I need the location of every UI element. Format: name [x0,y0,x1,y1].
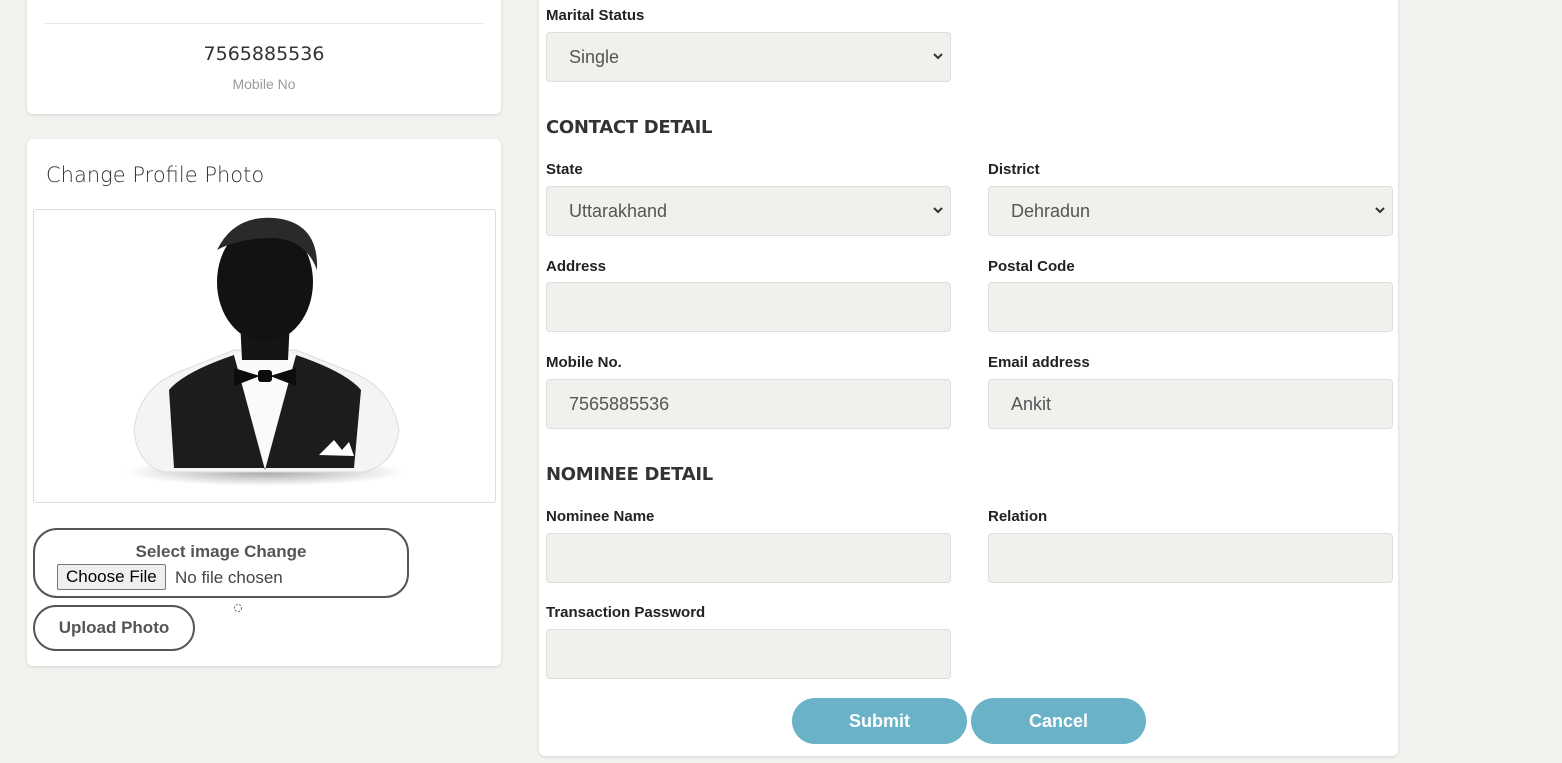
chevron-down-icon [933,207,943,214]
district-select[interactable]: Dehradun [988,186,1393,236]
mobile-input[interactable]: 7565885536 [546,379,951,429]
marital-status-value: Single [569,47,620,67]
district-value: Dehradun [1011,201,1091,221]
nominee-name-label: Nominee Name [546,508,655,525]
upload-photo-button[interactable]: Upload Photo [33,605,195,651]
mobile-value: 7565885536 [569,394,670,414]
file-select-box: Select image Change Choose File No file … [33,528,409,598]
submit-button[interactable]: Submit [792,698,967,744]
state-select[interactable]: Uttarakhand [546,186,951,236]
no-file-text: No file chosen [175,568,283,587]
mobile-label: Mobile No. [546,354,622,371]
postal-code-label: Postal Code [988,258,1075,275]
marital-status-select[interactable]: Single [546,32,951,82]
spinner-icon [233,603,243,616]
divider [45,23,483,24]
email-value: Ankit [1011,394,1052,414]
cancel-button[interactable]: Cancel [971,698,1146,744]
address-label: Address [546,258,607,275]
select-image-label: Select image Change [135,542,307,561]
choose-file-button[interactable]: Choose File [57,564,166,590]
profile-summary-card: 7565885536 Mobile No [27,0,501,114]
relation-label: Relation [988,508,1048,525]
mobile-number-value: 7565885536 [203,43,325,65]
postal-code-input[interactable] [988,282,1393,332]
email-input[interactable]: Ankit [988,379,1393,429]
transaction-password-input[interactable] [546,629,951,679]
district-label: District [988,161,1040,178]
relation-input[interactable] [988,533,1393,583]
state-value: Uttarakhand [569,201,668,221]
change-photo-title: Change Profile Photo [46,163,265,187]
change-photo-card: Change Profile Photo Select image Change… [27,139,501,666]
contact-detail-title: CONTACT DETAIL [546,117,713,138]
transaction-password-label: Transaction Password [546,604,706,621]
marital-status-label: Marital Status [546,7,645,24]
profile-form-card: Marital Status Single CONTACT DETAIL Sta… [539,0,1398,756]
profile-photo-frame [33,209,496,503]
mobile-number-label: Mobile No [232,76,296,92]
nominee-name-input[interactable] [546,533,951,583]
state-label: State [546,161,583,178]
address-input[interactable] [546,282,951,332]
nominee-detail-title: NOMINEE DETAIL [546,464,713,485]
avatar-icon [125,217,405,486]
chevron-down-icon [933,53,943,60]
chevron-down-icon [1375,207,1385,214]
email-label: Email address [988,354,1090,371]
